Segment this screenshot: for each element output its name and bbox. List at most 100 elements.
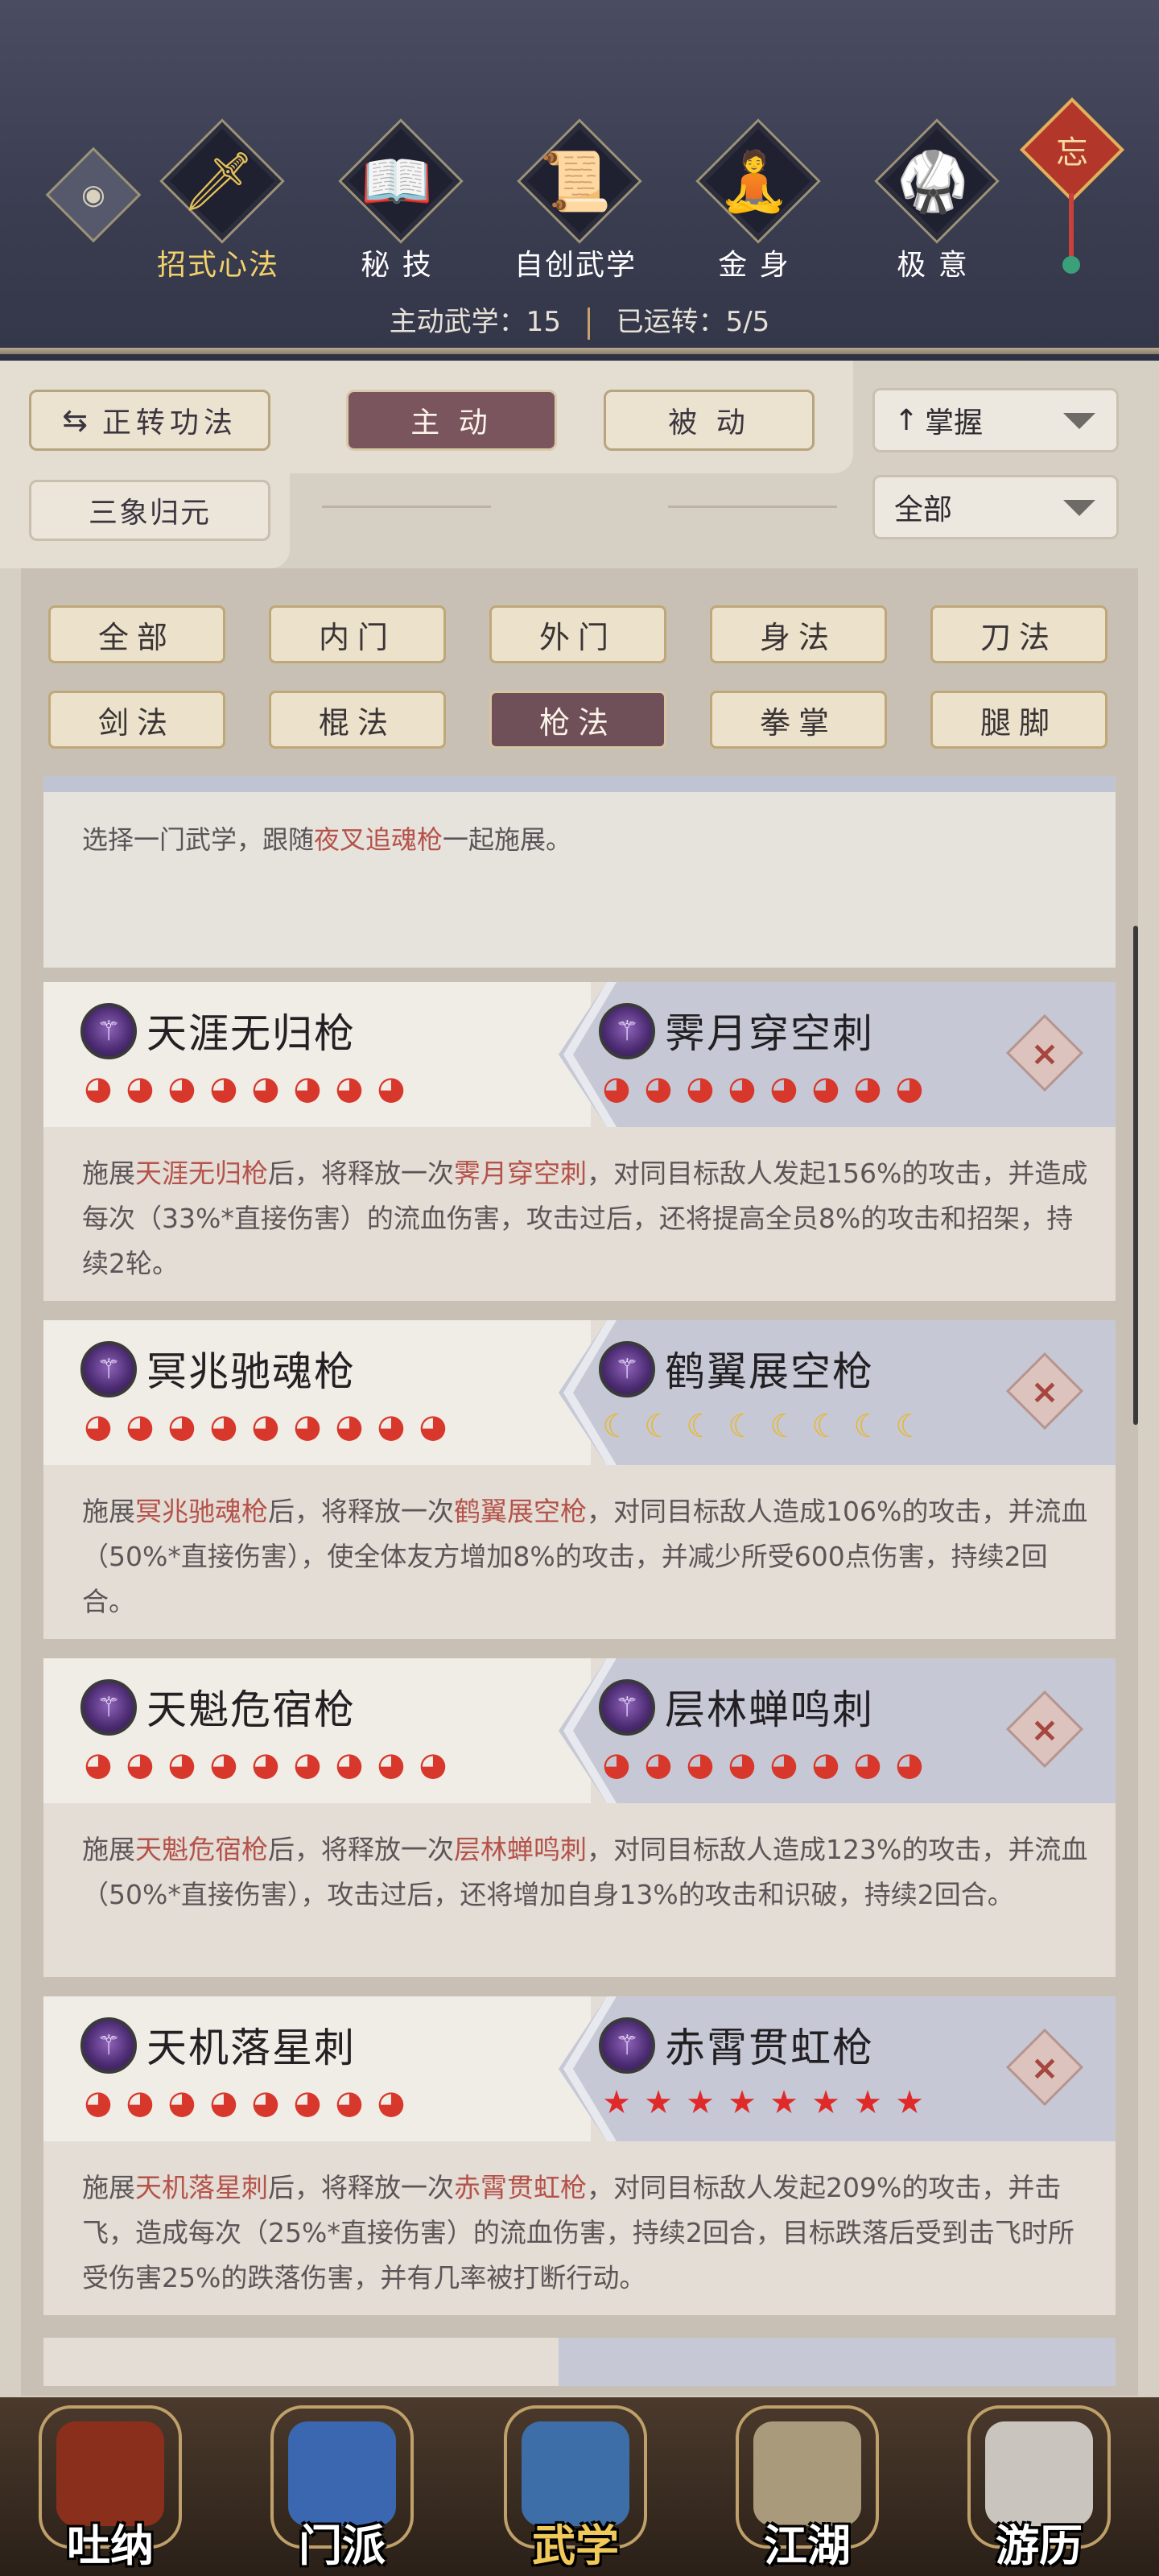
rank-gem-icon: ◕ — [167, 2084, 196, 2121]
filter-chip[interactable]: 刀法 — [930, 605, 1107, 663]
rank-gem-icon: ◕ — [293, 1408, 322, 1445]
rank-gem-icon: ◕ — [686, 1070, 715, 1107]
lead-skill-name: 冥兆驰魂枪 — [146, 1348, 356, 1395]
desc-segment: 鹤翼展空枪 — [454, 1496, 587, 1527]
running-count: 已运转：5/5 — [616, 306, 770, 338]
rank-gem-icon: ◕ — [419, 1746, 448, 1783]
martial-stats: 主动武学：15 已运转：5/5 — [0, 299, 1159, 340]
filter-chip[interactable]: 外门 — [489, 605, 666, 663]
mastery-select[interactable]: ↑ 掌握 — [872, 388, 1119, 452]
tab-label: 秘 技 — [361, 249, 433, 282]
rank-gem-icon: ☾ — [728, 1408, 757, 1445]
tab-label: 自创武学 — [514, 249, 637, 282]
filter-chip[interactable]: 剑法 — [48, 691, 225, 749]
spear-skill-icon: ⚚ — [80, 2017, 137, 2074]
category-tab-2[interactable]: 📜 自创武学 — [499, 118, 652, 282]
desc-segment: 天魁危宿枪 — [135, 1834, 268, 1865]
rank-gem-icon: ◕ — [686, 1746, 715, 1783]
rank-gem-icon: ◕ — [419, 1408, 448, 1445]
tab-label: 招式心法 — [156, 249, 279, 282]
desc-segment: 后，将释放一次 — [268, 1158, 454, 1189]
rank-gem-icon: ★ — [686, 2084, 715, 2121]
category-tab-0[interactable]: 🗡 招式心法 — [142, 118, 295, 282]
sanxiang-button[interactable]: 三象归元 — [29, 480, 270, 541]
rank-gem-icon: ◕ — [84, 1408, 113, 1445]
rank-gem-icon: ◕ — [377, 1070, 406, 1107]
desc-segment: 施展 — [82, 2172, 135, 2203]
category-tab-1[interactable]: 📖 秘 技 — [320, 118, 473, 282]
rank-gem-icon: ◕ — [293, 1746, 322, 1783]
rank-gem-icon: ◕ — [293, 2084, 322, 2121]
rank-gem-icon: ★ — [602, 2084, 631, 2121]
rank-gem-icon: ◕ — [377, 1746, 406, 1783]
nav-item-0[interactable]: 吐纳 — [34, 2389, 187, 2576]
combo-card: ⚚ 天魁危宿枪 ◕ ◕ ◕ ◕ ◕ ◕ ◕ ◕ ◕ ⚚ 层林蝉鸣刺 ◕ ◕ ◕ ◕ ◕ ◕ ◕ ◕ × 施展天魁危宿枪后，将… — [43, 1658, 1116, 1977]
lead-skill-rank: ◕ ◕ ◕ ◕ ◕ ◕ ◕ ◕ — [79, 2085, 410, 2120]
list-scrollbar[interactable] — [1133, 926, 1138, 1425]
combo-right-partial — [559, 2338, 1116, 2386]
tab-active-skills[interactable]: 主 动 — [346, 390, 557, 451]
rank-gem-icon: ☾ — [769, 1408, 798, 1445]
tab-passive-skills[interactable]: 被 动 — [604, 390, 815, 451]
intro-strip — [43, 776, 1116, 792]
follow-skill-rank: ★ ★ ★ ★ ★ ★ ★ ★ — [597, 2085, 929, 2120]
combo-card: ⚚ 冥兆驰魂枪 ◕ ◕ ◕ ◕ ◕ ◕ ◕ ◕ ◕ ⚚ 鹤翼展空枪 ☾ ☾ ☾ ☾ ☾ ☾ ☾ ☾ × 施展冥兆驰魂枪后，将… — [43, 1320, 1116, 1639]
rank-gem-icon: ☾ — [686, 1408, 715, 1445]
follow-skill-name: 霁月穿空刺 — [665, 1010, 874, 1057]
nav-item-2[interactable]: 武学 — [499, 2389, 652, 2576]
category-tab-4[interactable]: 🥋 极 意 — [856, 118, 1009, 282]
rank-gem-icon: ◕ — [335, 1070, 364, 1107]
combo-card: ⚚ 天涯无归枪 ◕ ◕ ◕ ◕ ◕ ◕ ◕ ◕ ⚚ 霁月穿空刺 ◕ ◕ ◕ ◕ ◕ ◕ ◕ ◕ × 施展天涯无归枪后，将释… — [43, 982, 1116, 1301]
rank-gem-icon: ◕ — [126, 1746, 155, 1783]
convert-technique-button[interactable]: ⇆ 正转功法 — [29, 390, 270, 451]
desc-segment: 赤霄贯虹枪 — [454, 2172, 587, 2203]
lead-skill-name: 天机落星刺 — [146, 2025, 356, 2071]
rank-gem-icon: ◕ — [811, 1746, 840, 1783]
rank-gem-icon: ◕ — [769, 1746, 798, 1783]
follow-skill-rank: ☾ ☾ ☾ ☾ ☾ ☾ ☾ ☾ — [597, 1409, 929, 1444]
filter-chip[interactable]: 全部 — [48, 605, 225, 663]
knot-tassel — [1062, 256, 1080, 274]
scope-select[interactable]: 全部 — [872, 475, 1119, 539]
combo-list[interactable]: 选择一门武学，跟随夜叉追魂枪一起施展。 ⚚ 天涯无归枪 ◕ ◕ ◕ ◕ ◕ ◕ ◕ ◕ ⚚ 霁月穿空刺… — [43, 776, 1116, 2386]
rank-gem-icon: ◕ — [602, 1070, 631, 1107]
stats-divider — [587, 307, 590, 340]
combo-description: 施展天机落星刺后，将释放一次赤霄贯虹枪，对同目标敌人发起209%的攻击，并击飞，… — [82, 2165, 1088, 2301]
filter-chip[interactable]: 内门 — [269, 605, 446, 663]
desc-segment: 天机落星刺 — [135, 2172, 268, 2203]
tab-label: 极 意 — [897, 249, 969, 282]
filter-chip[interactable]: 枪法 — [489, 691, 666, 749]
scroll-icon: 📜 — [539, 147, 612, 215]
spear-skill-icon: ⚚ — [80, 1679, 137, 1736]
nav-item-3[interactable]: 江湖 — [731, 2389, 884, 2576]
filter-chip[interactable]: 棍法 — [269, 691, 446, 749]
rank-gem-icon: ★ — [853, 2084, 882, 2121]
active-count: 主动武学：15 — [389, 306, 561, 338]
follow-skill-rank: ◕ ◕ ◕ ◕ ◕ ◕ ◕ ◕ — [597, 1747, 929, 1782]
close-icon: × — [1030, 1371, 1059, 1411]
rank-gem-icon: ◕ — [209, 1408, 238, 1445]
rank-gem-icon: ☾ — [644, 1408, 673, 1445]
desc-segment: 层林蝉鸣刺 — [454, 1834, 587, 1865]
follow-skill-name: 赤霄贯虹枪 — [665, 2025, 874, 2071]
category-tab-3[interactable]: 🧘 金 身 — [678, 118, 831, 282]
rank-gem-icon: ◕ — [853, 1746, 882, 1783]
rank-gem-icon: ◕ — [644, 1070, 673, 1107]
rank-gem-icon: ◕ — [728, 1746, 757, 1783]
rank-gem-icon: ◕ — [167, 1070, 196, 1107]
rank-gem-icon: ☾ — [811, 1408, 840, 1445]
rank-gem-icon: ◕ — [251, 2084, 280, 2121]
desc-segment: 冥兆驰魂枪 — [135, 1496, 268, 1527]
rank-gem-icon: ◕ — [377, 1408, 406, 1445]
nav-item-4[interactable]: 游历 — [963, 2389, 1116, 2576]
combo-description: 施展天魁危宿枪后，将释放一次层林蝉鸣刺，对同目标敌人造成123%的攻击，并流血（… — [82, 1827, 1088, 1918]
nav-item-1[interactable]: 门派 — [266, 2389, 419, 2576]
spear-skill-icon: ⚚ — [599, 1003, 655, 1059]
filter-chip[interactable]: 拳掌 — [710, 691, 887, 749]
rank-gem-icon: ◕ — [126, 1070, 155, 1107]
combo-card-partial — [43, 2338, 1116, 2386]
rank-gem-icon: ◕ — [811, 1070, 840, 1107]
filter-chip[interactable]: 腿脚 — [930, 691, 1107, 749]
desc-segment: 施展 — [82, 1158, 135, 1189]
filter-chip[interactable]: 身法 — [710, 605, 887, 663]
